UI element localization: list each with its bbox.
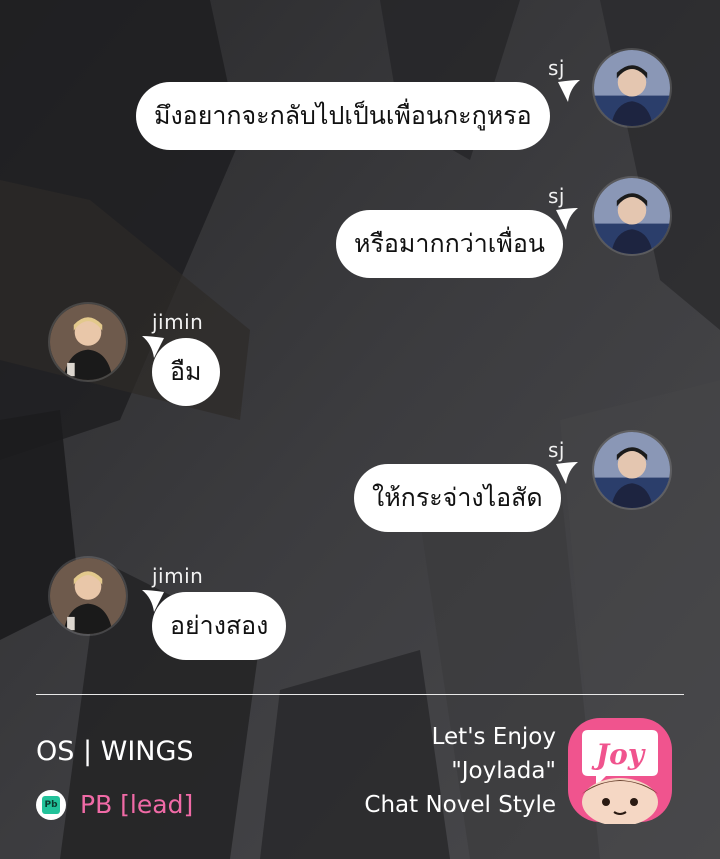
promo-line: Let's Enjoy (431, 724, 556, 750)
story-title[interactable]: OS | WINGS (36, 736, 194, 767)
avatar-sj[interactable] (592, 430, 672, 510)
avatar-sj[interactable] (592, 176, 672, 256)
avatar-jimin[interactable] (48, 556, 128, 636)
logo-text: Joy (591, 738, 646, 771)
promo-line: Chat Novel Style (364, 792, 556, 818)
sender-name: jimin (152, 564, 204, 588)
bubble-tail (556, 462, 578, 484)
bubble-tail (556, 208, 578, 230)
sender-name: sj (548, 438, 565, 462)
author-name[interactable]: PB [lead] (80, 790, 193, 819)
bubble-tail (142, 590, 164, 612)
bubble-tail (142, 336, 164, 358)
sender-name: sj (548, 56, 565, 80)
message-bubble: อย่างสอง (152, 592, 287, 660)
message-bubble: ให้กระจ่างไอสัด (354, 464, 561, 532)
sender-name: sj (548, 184, 565, 208)
pb-icon: Pb (36, 790, 66, 820)
sender-name: jimin (152, 310, 204, 334)
message-bubble: มึงอยากจะกลับไปเป็นเพื่อนกะกูหรอ (136, 82, 550, 150)
joylada-logo[interactable]: Joy (566, 716, 674, 824)
avatar-jimin[interactable] (48, 302, 128, 382)
bubble-tail (558, 80, 580, 102)
pb-icon-label: Pb (42, 796, 60, 814)
message-bubble: หรือมากกว่าเพื่อน (336, 210, 563, 278)
promo-line: "Joylada" (451, 758, 556, 784)
footer-divider (36, 694, 684, 695)
avatar-sj[interactable] (592, 48, 672, 128)
